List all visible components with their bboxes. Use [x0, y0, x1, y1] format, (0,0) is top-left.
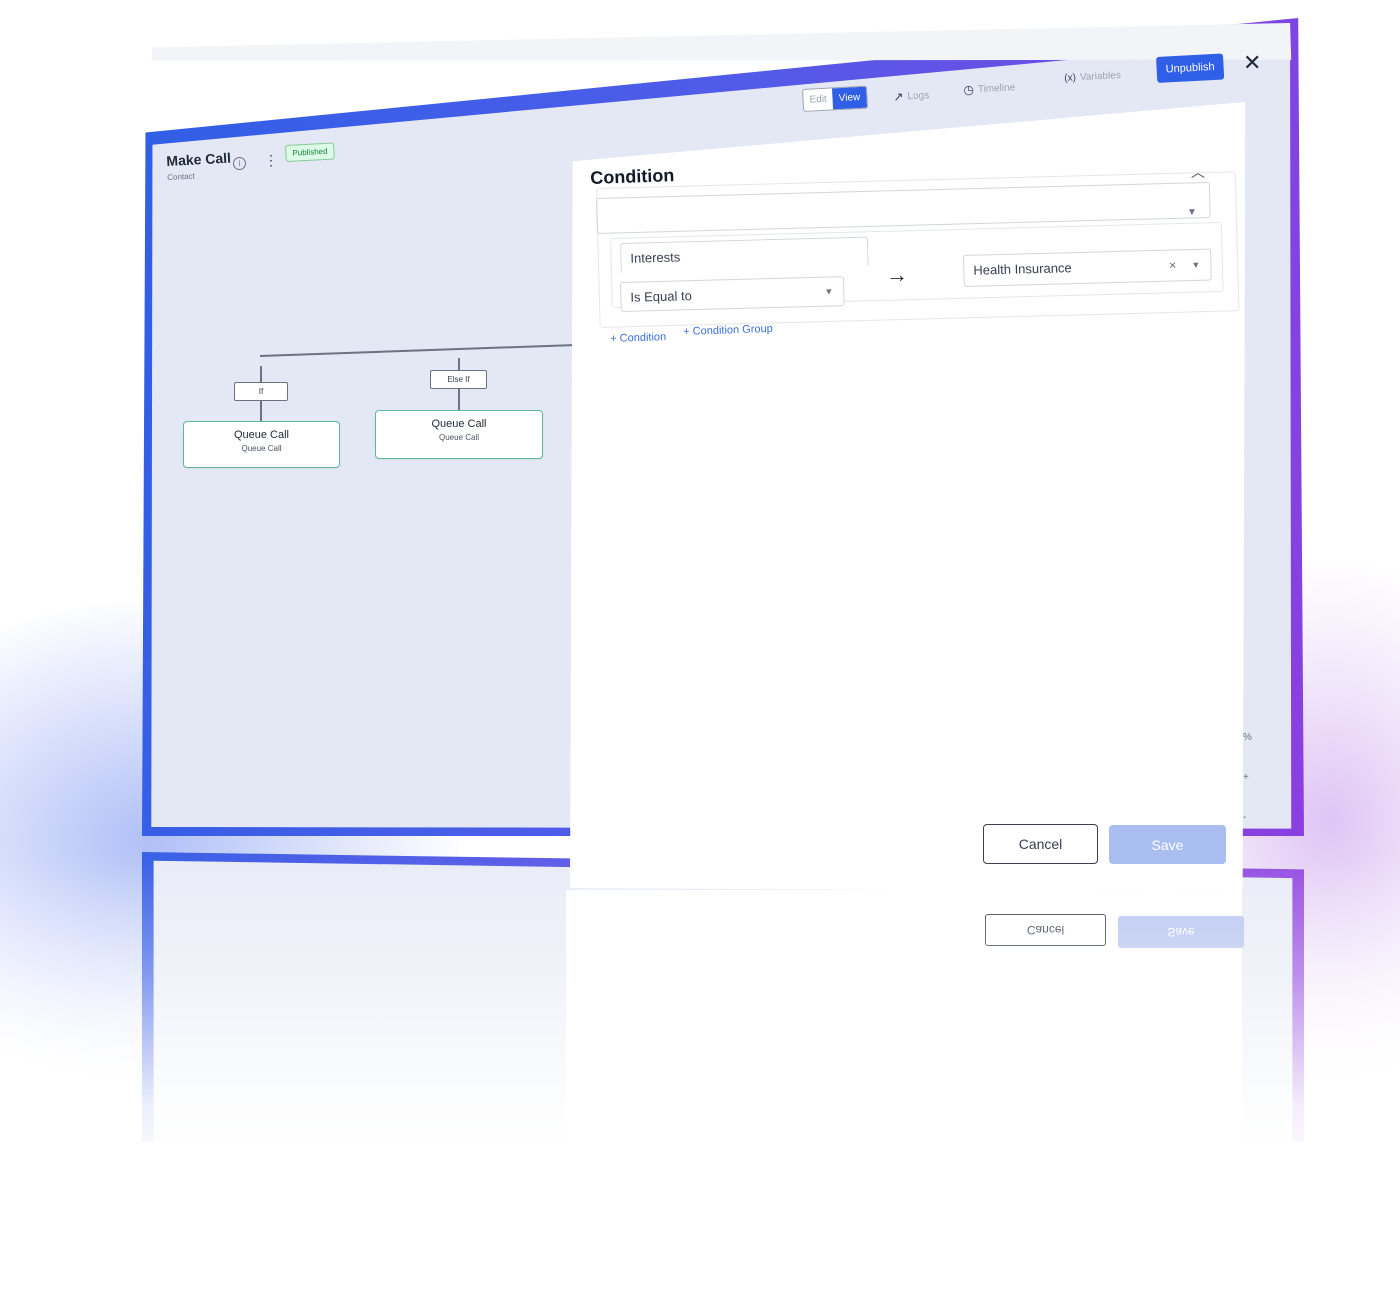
cancel-label: Cancel — [1018, 836, 1063, 852]
reflection-fade — [0, 860, 1400, 1307]
branch-label-if[interactable]: If — [234, 382, 288, 401]
timeline-button[interactable]: ◷ Timeline — [963, 80, 1016, 97]
timeline-label: Timeline — [977, 81, 1016, 95]
condition-operator-value: Is Equal to — [630, 288, 693, 305]
close-icon[interactable]: ✕ — [1243, 52, 1261, 74]
chevron-down-icon[interactable]: ▼ — [1187, 207, 1197, 218]
clear-icon[interactable]: × — [1169, 257, 1177, 272]
mode-view-button[interactable]: View — [832, 86, 867, 110]
condition-field-value: Interests — [630, 249, 681, 266]
node-subtitle: Queue Call — [241, 444, 282, 453]
variable-icon: (x) — [1064, 72, 1077, 84]
flow-node-queue-call[interactable]: Queue Call Queue Call — [375, 410, 543, 459]
add-condition-link[interactable]: + Condition — [610, 331, 666, 345]
mode-edit-button[interactable]: Edit — [803, 88, 834, 111]
save-label: Save — [1151, 836, 1184, 853]
condition-value-select[interactable]: Health Insurance × ▼ — [963, 248, 1212, 287]
node-title: Queue Call — [431, 418, 487, 430]
condition-operator-select[interactable]: Is Equal to ▼ — [620, 276, 845, 312]
variables-label: Variables — [1079, 70, 1122, 84]
mode-toggle[interactable]: Edit View — [802, 85, 868, 112]
condition-value-text: Health Insurance — [973, 260, 1072, 278]
node-title: Queue Call — [233, 429, 290, 441]
cancel-button[interactable]: Cancel — [983, 824, 1098, 864]
logs-label: Logs — [907, 89, 930, 102]
arrow-right-icon: → — [886, 262, 908, 287]
page-title: Make Call — [166, 149, 232, 169]
trend-icon: ↗ — [893, 89, 904, 104]
connector-line — [458, 388, 460, 412]
branch-label-text: Else If — [447, 375, 470, 384]
stage: Cancel Save Make Call Contact i ⋮ Publis… — [0, 0, 1400, 1307]
more-options-icon[interactable]: ⋮ — [264, 153, 278, 167]
logs-button[interactable]: ↗ Logs — [893, 88, 929, 104]
branch-label-text: If — [258, 387, 264, 396]
save-button[interactable]: Save — [1109, 825, 1226, 864]
flow-node-queue-call[interactable]: Queue Call Queue Call — [183, 421, 340, 468]
page-subtitle: Contact — [167, 171, 196, 182]
status-badge: Published — [285, 142, 335, 162]
zoom-out-button[interactable]: - — [1243, 798, 1252, 838]
info-icon[interactable]: i — [233, 157, 246, 170]
zoom-in-button[interactable]: + — [1243, 758, 1252, 798]
unpublish-button[interactable]: Unpublish — [1156, 53, 1225, 83]
node-subtitle: Queue Call — [438, 433, 480, 442]
zoom-percent: % — [1243, 732, 1252, 743]
clock-icon: ◷ — [963, 82, 975, 97]
branch-label-else-if[interactable]: Else If — [430, 370, 487, 389]
chevron-down-icon[interactable]: ▼ — [1191, 260, 1200, 270]
connector-line — [458, 358, 460, 370]
chevron-down-icon: ▼ — [824, 286, 834, 297]
zoom-controls: % + - — [1243, 718, 1252, 838]
